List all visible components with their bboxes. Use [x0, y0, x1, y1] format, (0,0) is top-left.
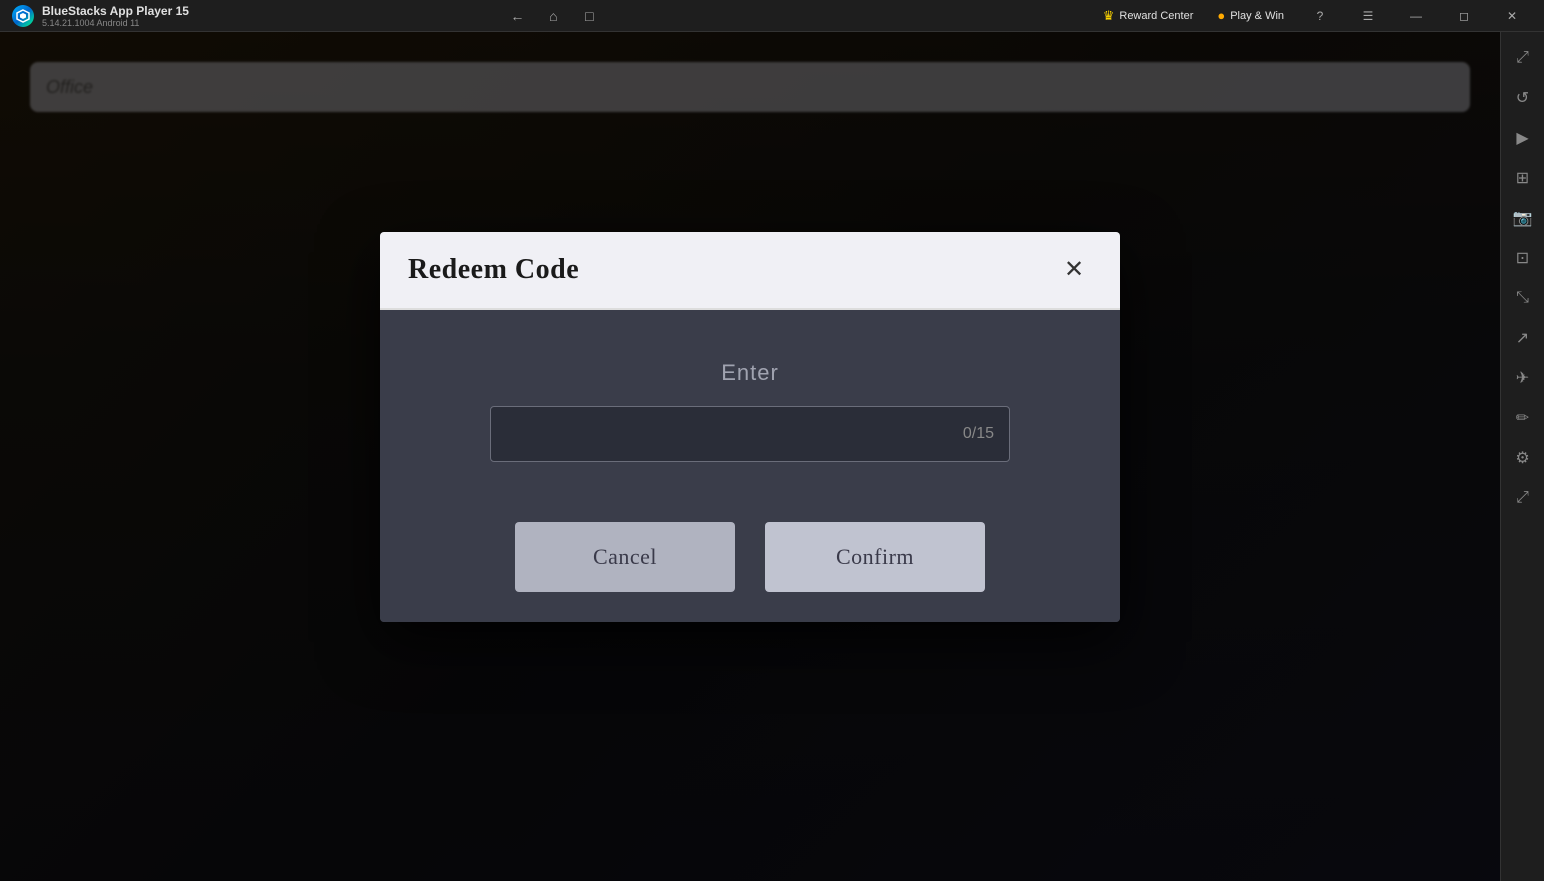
minimize-button[interactable]: — — [1396, 0, 1436, 32]
titlebar-nav: ← ⌂ □ — [487, 6, 619, 26]
close-x-icon: ✕ — [1064, 255, 1084, 284]
play-win-label: Play & Win — [1230, 10, 1284, 22]
sidebar-fit-icon[interactable]: ⤡ — [1505, 280, 1541, 316]
reward-center-label: Reward Center — [1119, 10, 1193, 22]
sidebar-refresh-icon[interactable]: ↺ — [1505, 80, 1541, 116]
home-nav-icon[interactable]: ⌂ — [543, 6, 563, 26]
sidebar-screenshot-icon[interactable]: ⊡ — [1505, 240, 1541, 276]
app-name: BlueStacks App Player 15 — [42, 4, 189, 18]
sidebar-grid-icon[interactable]: ⊞ — [1505, 160, 1541, 196]
sidebar-send-icon[interactable]: ↗ — [1505, 320, 1541, 356]
app-name-block: BlueStacks App Player 15 5.14.21.1004 An… — [42, 4, 189, 28]
sidebar-camera-icon[interactable]: 📷 — [1505, 200, 1541, 236]
enter-label: Enter — [721, 360, 779, 386]
right-sidebar: ⤢ ↺ ▶ ⊞ 📷 ⊡ ⤡ ↗ ✈ ✏ ⚙ ⤢ — [1500, 32, 1544, 881]
copy-nav-icon[interactable]: □ — [579, 6, 599, 26]
sidebar-eraser-icon[interactable]: ✏ — [1505, 400, 1541, 436]
play-win-button[interactable]: ● Play & Win — [1209, 5, 1292, 26]
coin-icon: ● — [1217, 8, 1225, 23]
code-input-row: 0/15 — [490, 406, 1010, 462]
modal-overlay: Redeem Code ✕ Enter 0/15 Cancel Confirm — [0, 32, 1500, 881]
sidebar-settings-icon[interactable]: ⚙ — [1505, 440, 1541, 476]
titlebar: BlueStacks App Player 15 5.14.21.1004 An… — [0, 0, 1544, 32]
sidebar-expand-arrows-icon[interactable]: ⤢ — [1505, 480, 1541, 516]
sidebar-airplane-icon[interactable]: ✈ — [1505, 360, 1541, 396]
titlebar-right: ♛ Reward Center ● Play & Win ? ☰ — ◻ ✕ — [1083, 0, 1544, 32]
menu-button[interactable]: ☰ — [1348, 0, 1388, 32]
redeem-code-modal: Redeem Code ✕ Enter 0/15 Cancel Confirm — [380, 232, 1120, 622]
close-button[interactable]: ✕ — [1492, 0, 1532, 32]
titlebar-left: BlueStacks App Player 15 5.14.21.1004 An… — [0, 4, 487, 28]
bluestacks-logo — [12, 5, 34, 27]
sidebar-play-icon[interactable]: ▶ — [1505, 120, 1541, 156]
modal-close-button[interactable]: ✕ — [1056, 252, 1092, 288]
sidebar-expand-icon[interactable]: ⤢ — [1505, 40, 1541, 76]
modal-title: Redeem Code — [408, 254, 579, 286]
cancel-button[interactable]: Cancel — [515, 522, 735, 592]
help-button[interactable]: ? — [1300, 0, 1340, 32]
modal-footer: Cancel Confirm — [380, 502, 1120, 622]
app-version: 5.14.21.1004 Android 11 — [42, 18, 189, 28]
reward-center-button[interactable]: ♛ Reward Center — [1095, 5, 1202, 27]
crown-icon: ♛ — [1103, 8, 1115, 24]
modal-body: Enter 0/15 — [380, 310, 1120, 502]
code-input[interactable] — [490, 406, 1010, 462]
back-nav-icon[interactable]: ← — [507, 6, 527, 26]
modal-header: Redeem Code ✕ — [380, 232, 1120, 310]
main-content: Office Redeem Code ✕ Enter 0/15 — [0, 32, 1500, 881]
restore-button[interactable]: ◻ — [1444, 0, 1484, 32]
confirm-button[interactable]: Confirm — [765, 522, 985, 592]
